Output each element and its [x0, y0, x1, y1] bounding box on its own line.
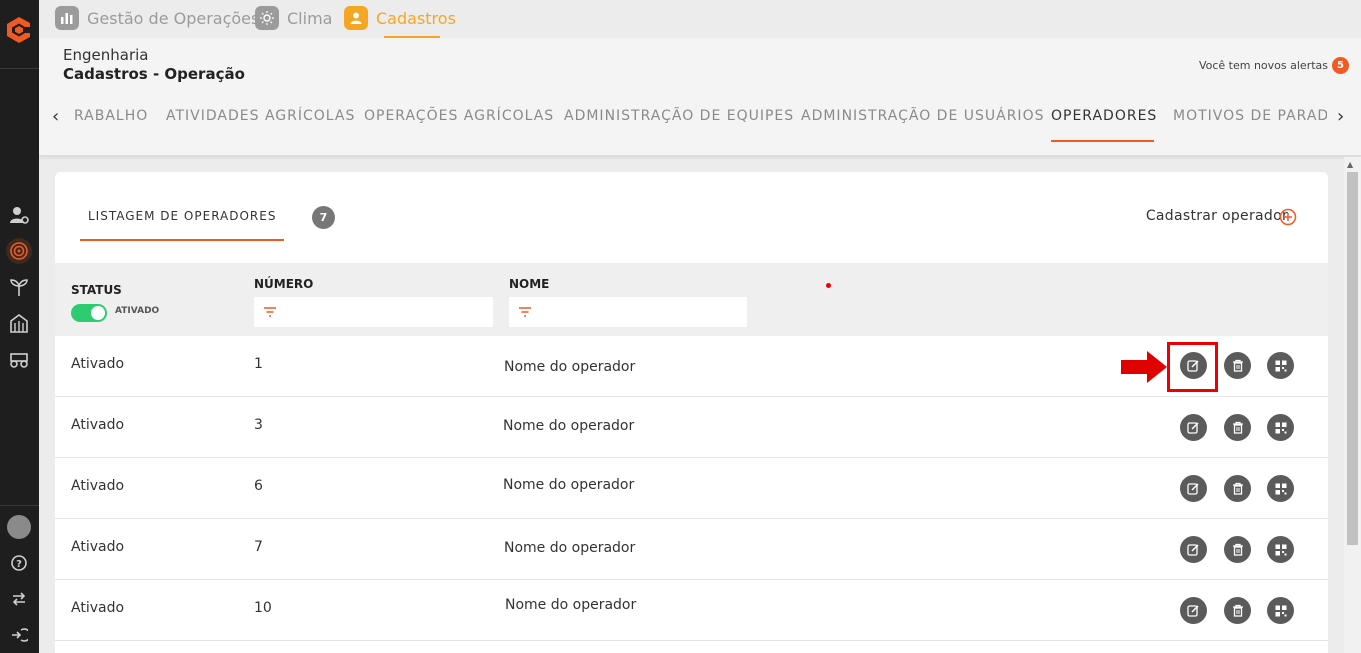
edit-icon[interactable] [1180, 414, 1207, 441]
page-header: Engenharia Cadastros - Operação Você tem… [39, 38, 1361, 156]
chevron-left-icon[interactable]: ‹ [52, 106, 59, 127]
scrollbar-thumb[interactable] [1347, 172, 1358, 545]
alerts-indicator[interactable]: Você tem novos alertas 5 [1199, 57, 1349, 74]
row-status: Ativado [71, 478, 125, 494]
tab-operadores[interactable]: OPERADORES [1051, 108, 1157, 124]
filter-icon [519, 307, 531, 317]
left-sidebar: ? [0, 0, 39, 653]
sun-icon [255, 6, 279, 30]
row-status: Ativado [71, 539, 125, 555]
table-row: Ativado 6 Nome do operador [55, 458, 1328, 519]
list-tab-title[interactable]: LISTAGEM DE OPERADORES [88, 209, 276, 223]
alerts-label: Você tem novos alertas [1198, 59, 1328, 72]
row-number: 3 [254, 417, 263, 433]
status-toggle[interactable] [71, 304, 107, 322]
switch-arrows-icon[interactable] [6, 586, 32, 612]
qr-code-icon[interactable] [1267, 536, 1294, 563]
number-filter-input[interactable] [254, 297, 493, 327]
module-cadastros[interactable]: Cadastros [344, 6, 456, 30]
row-name: Nome do operador [504, 540, 636, 556]
header-status: STATUS [71, 283, 122, 297]
tab-administracao-equipes[interactable]: ADMINISTRAÇÃO DE EQUIPES [564, 108, 794, 124]
header-number: NÚMERO [254, 277, 314, 291]
row-status: Ativado [71, 417, 125, 433]
module-clima[interactable]: Clima [255, 6, 332, 30]
plant-icon[interactable] [6, 274, 32, 300]
trash-icon[interactable] [1224, 536, 1251, 563]
tab-trabalho[interactable]: RABALHO [74, 108, 148, 124]
edit-icon[interactable] [1180, 597, 1207, 624]
tractor-icon[interactable] [6, 346, 32, 372]
trash-icon[interactable] [1224, 414, 1251, 441]
annotation-highlight-box [1167, 342, 1218, 392]
target-icon[interactable] [6, 238, 32, 264]
edit-icon[interactable] [1180, 475, 1207, 502]
operators-card: LISTAGEM DE OPERADORES 7 Cadastrar opera… [55, 172, 1328, 653]
header-name: NOME [509, 277, 550, 291]
table-row: Ativado 3 Nome do operador [55, 397, 1328, 458]
trash-icon[interactable] [1224, 597, 1251, 624]
trash-icon[interactable] [1224, 352, 1251, 379]
row-number: 7 [254, 539, 263, 555]
scroll-up-arrow-icon[interactable]: ▲ [1347, 160, 1353, 169]
row-status: Ativado [71, 356, 125, 372]
trash-icon[interactable] [1224, 475, 1251, 502]
qr-code-icon[interactable] [1267, 475, 1294, 502]
row-name: Nome do operador [505, 597, 637, 613]
sidebar-divider [0, 505, 39, 506]
breadcrumb-parent[interactable]: Engenharia [63, 46, 148, 64]
annotation-dot [826, 283, 831, 288]
tab-motivos-parada[interactable]: MOTIVOS DE PARADA [1173, 108, 1327, 124]
module-label: Cadastros [376, 8, 456, 28]
page-title: Cadastros - Operação [63, 65, 245, 83]
sidebar-divider [0, 68, 39, 69]
qr-code-icon[interactable] [1267, 597, 1294, 624]
table-row: Ativado 10 Nome do operador [55, 580, 1328, 641]
add-circle-icon[interactable] [1279, 208, 1297, 226]
silo-icon[interactable] [6, 310, 32, 336]
row-name: Nome do operador [503, 418, 635, 434]
operators-count-badge: 7 [312, 206, 335, 229]
row-status: Ativado [71, 600, 125, 616]
app-logo[interactable] [3, 14, 35, 46]
filter-icon [264, 307, 276, 317]
subsection-tabs: ‹ RABALHO ATIVIDADES AGRÍCOLAS OPERAÇÕES… [39, 100, 1361, 144]
name-filter-input[interactable] [509, 297, 747, 327]
row-number: 10 [254, 600, 272, 616]
annotation-arrow-icon [1121, 351, 1167, 383]
tab-administracao-usuarios[interactable]: ADMINISTRAÇÃO DE USUÁRIOS [801, 108, 1044, 124]
tab-operacoes-agricolas[interactable]: OPERAÇÕES AGRÍCOLAS [364, 108, 554, 124]
user-settings-icon[interactable] [6, 202, 32, 228]
qr-code-icon[interactable] [1267, 414, 1294, 441]
user-icon [344, 6, 368, 30]
module-gestao-operacoes[interactable]: Gestão de Operações [55, 6, 259, 30]
svg-text:?: ? [16, 559, 22, 570]
avatar[interactable] [6, 514, 32, 540]
alerts-count-badge: 5 [1332, 57, 1349, 74]
tab-atividades-agricolas[interactable]: ATIVIDADES AGRÍCOLAS [166, 108, 355, 124]
row-number: 1 [254, 356, 263, 372]
table-row: Ativado 7 Nome do operador [55, 519, 1328, 580]
chevron-right-icon[interactable]: › [1337, 106, 1344, 127]
status-toggle-label: ATIVADO [115, 306, 160, 316]
module-label: Gestão de Operações [87, 8, 260, 28]
edit-icon[interactable] [1180, 536, 1207, 563]
module-label: Clima [287, 8, 333, 28]
module-nav: Gestão de Operações Clima Cadastros [39, 0, 1361, 38]
help-icon[interactable]: ? [6, 550, 32, 576]
row-name: Nome do operador [504, 359, 636, 375]
operations-chart-icon [55, 6, 79, 30]
active-tab-indicator [1051, 140, 1154, 142]
logout-icon[interactable] [6, 622, 32, 648]
table-header: STATUS ATIVADO NÚMERO NOME [55, 263, 1328, 336]
row-name: Nome do operador [503, 477, 635, 493]
list-tab-indicator [80, 239, 284, 241]
qr-code-icon[interactable] [1267, 352, 1294, 379]
add-operator-button[interactable]: Cadastrar operador [1146, 208, 1288, 224]
row-number: 6 [254, 478, 263, 494]
